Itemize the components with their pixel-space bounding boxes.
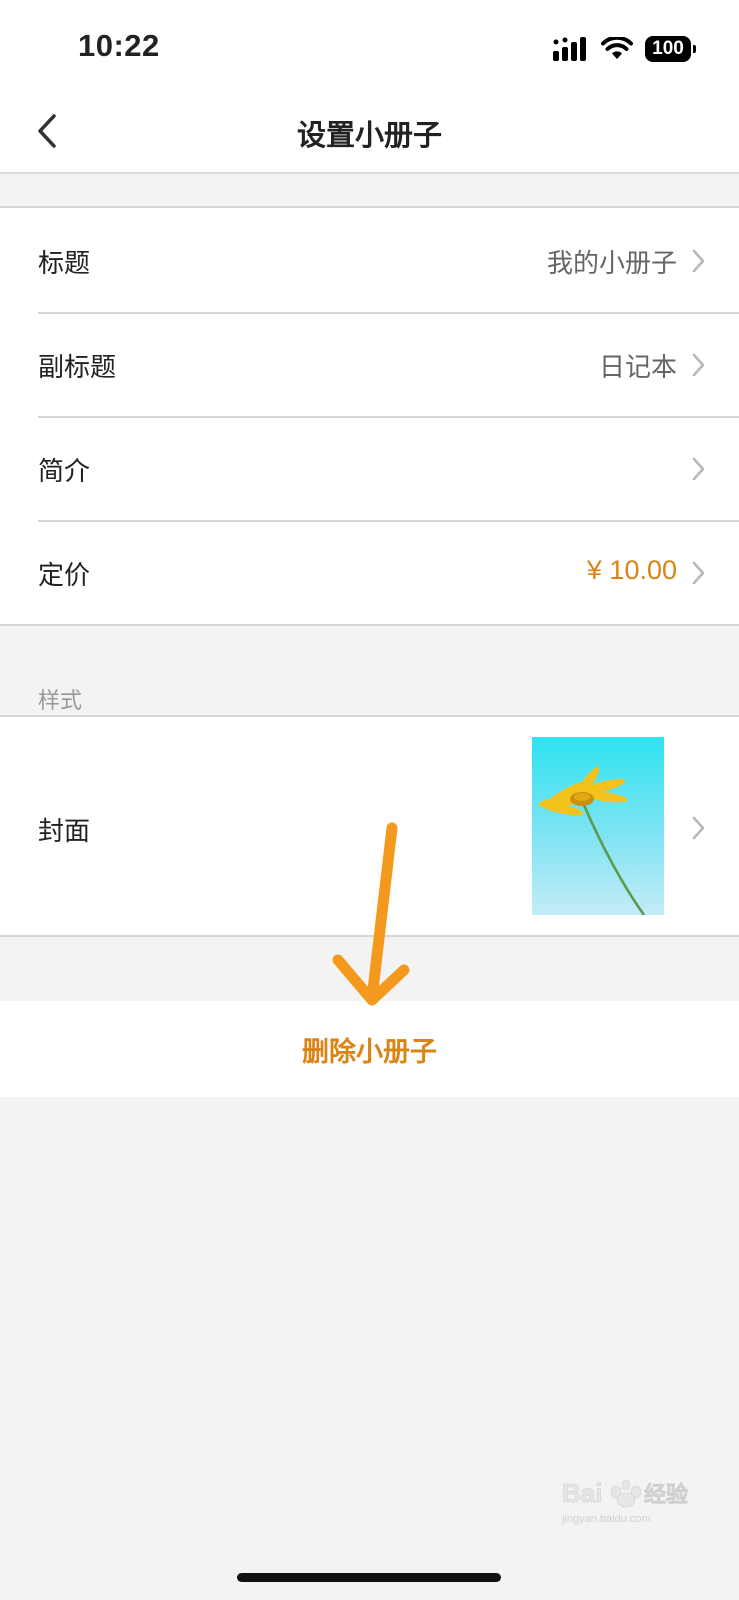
style-group: 封面 — [0, 715, 739, 937]
status-icons: 100 — [553, 34, 696, 64]
section-header-style: 样式 — [38, 689, 83, 714]
settings-row-subtitle[interactable]: 副标题 日记本 — [0, 312, 739, 416]
row-label: 标题 — [38, 249, 91, 279]
baidu-jingyan-watermark: Bai 经验 jingyan.baidu.com — [561, 1478, 688, 1525]
svg-text:Bai: Bai — [562, 1478, 602, 1508]
row-label: 简介 — [38, 457, 91, 487]
cellular-signal-icon — [553, 37, 586, 61]
status-time: 10:22 — [78, 28, 160, 63]
chevron-right-icon — [692, 353, 705, 377]
svg-text:经验: 经验 — [644, 1482, 688, 1508]
delete-booklet-label: 删除小册子 — [302, 1036, 437, 1068]
battery-indicator: 100 — [645, 36, 696, 62]
settings-row-intro[interactable]: 简介 — [0, 416, 739, 520]
row-label: 封面 — [38, 817, 91, 847]
row-label: 副标题 — [38, 353, 117, 383]
chevron-right-icon — [692, 457, 705, 481]
settings-row-cover[interactable]: 封面 — [0, 717, 739, 935]
row-value: 日记本 — [598, 353, 677, 383]
status-bar: 10:22 100 — [0, 0, 739, 90]
page-title: 设置小册子 — [296, 118, 442, 152]
home-indicator[interactable] — [237, 1573, 501, 1582]
delete-booklet-button[interactable]: 删除小册子 — [0, 1001, 739, 1097]
wifi-icon — [601, 37, 633, 59]
chevron-right-icon — [692, 249, 705, 273]
settings-row-title[interactable]: 标题 我的小册子 — [0, 208, 739, 312]
row-label: 定价 — [38, 561, 91, 591]
svg-text:jingyan.baidu.com: jingyan.baidu.com — [561, 1513, 651, 1525]
chevron-right-icon — [692, 816, 705, 840]
chevron-right-icon — [692, 561, 705, 585]
row-value: 我的小册子 — [546, 249, 677, 279]
settings-group: 标题 我的小册子 副标题 日记本 简介 定价 ¥ 10.00 — [0, 206, 739, 626]
settings-row-price[interactable]: 定价 ¥ 10.00 — [0, 520, 739, 624]
price-value: ¥ 10.00 — [586, 555, 677, 585]
navigation-bar: 设置小册子 — [0, 90, 739, 174]
cover-thumbnail — [532, 737, 664, 915]
